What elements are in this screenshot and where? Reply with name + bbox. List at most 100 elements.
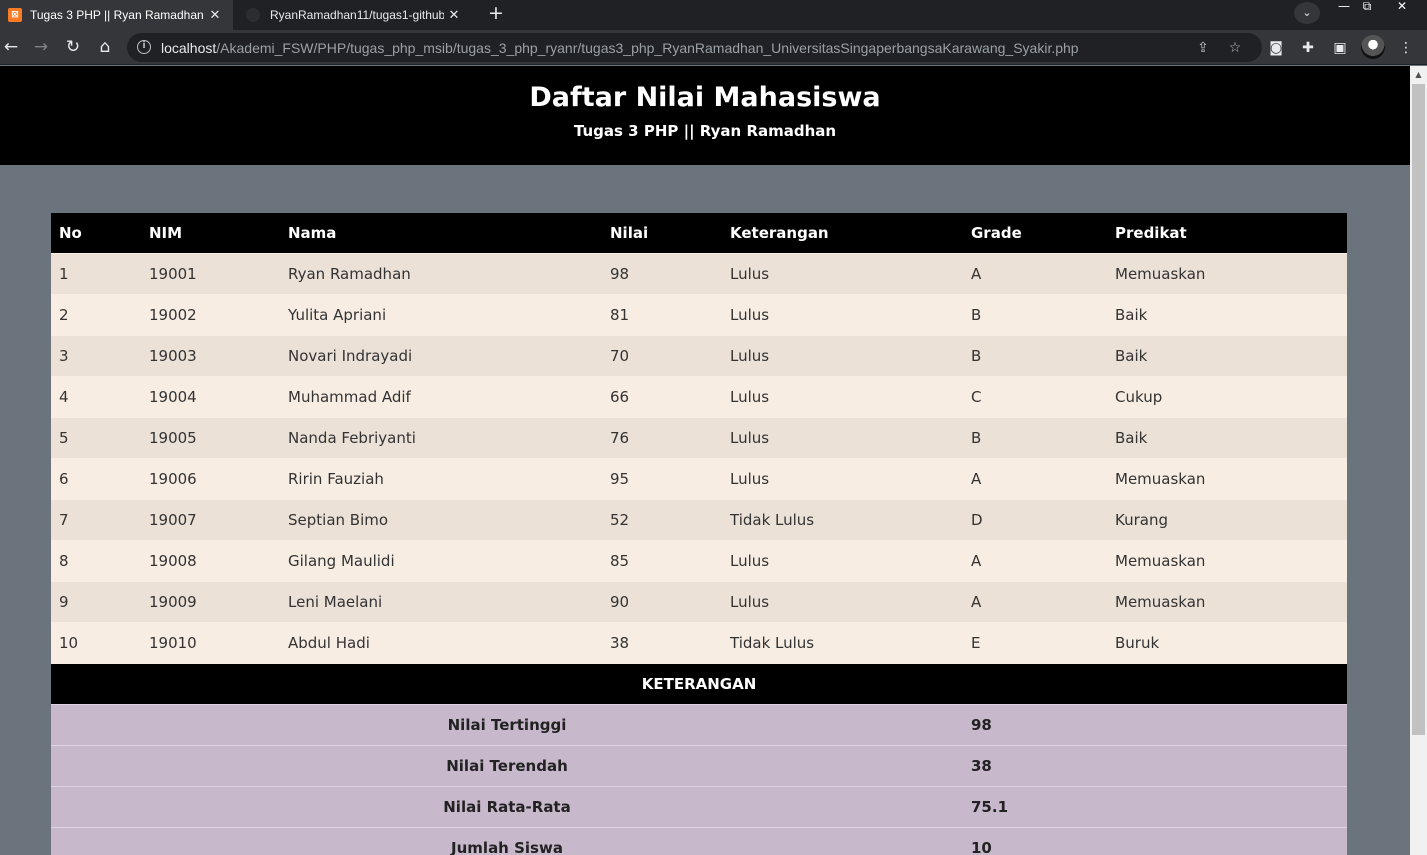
cell-nama: Ririn Fauziah [280,457,602,499]
summary-value: 38 [963,744,1347,786]
cell-predikat: Memuaskan [1107,539,1347,581]
cell-nilai: 70 [602,334,722,376]
tab-title: RyanRamadhan11/tugas1-github [270,8,444,22]
cell-grade: B [963,334,1107,376]
cell-nama: Muhammad Adif [280,375,602,417]
cell-nilai: 38 [602,621,722,663]
cell-no: 10 [51,621,141,663]
cell-nama: Novari Indrayadi [280,334,602,376]
url-path: /Akademi_FSW/PHP/tugas_php_msib/tugas_3_… [216,40,1079,56]
cell-nama: Leni Maelani [280,580,602,622]
address-bar[interactable]: i localhost/Akademi_FSW/PHP/tugas_php_ms… [127,33,1262,62]
vertical-scrollbar[interactable]: ▲ [1410,66,1427,855]
summary-row: Jumlah Siswa 10 [51,826,1347,855]
tab-title: Tugas 3 PHP || Ryan Ramadhan [30,8,204,22]
table-row: 6 19006 Ririn Fauziah 95 Lulus A Memuask… [51,457,1347,499]
cell-nilai: 90 [602,580,722,622]
summary-label: Jumlah Siswa [51,826,963,855]
cell-grade: A [963,580,1107,622]
cell-no: 6 [51,457,141,499]
cell-nilai: 52 [602,498,722,540]
tab-active[interactable]: ⊠ Tugas 3 PHP || Ryan Ramadhan ✕ [0,0,233,30]
cell-nilai: 76 [602,416,722,458]
table-body: 1 19001 Ryan Ramadhan 98 Lulus A Memuask… [51,252,1347,855]
cell-nama: Septian Bimo [280,498,602,540]
cell-keterangan: Lulus [722,252,963,294]
home-icon[interactable]: ⌂ [94,36,116,58]
cell-grade: E [963,621,1107,663]
menu-kebab-icon[interactable]: ⋮ [1396,38,1416,58]
cell-predikat: Baik [1107,293,1347,335]
cell-predikat: Buruk [1107,621,1347,663]
cell-grade: D [963,498,1107,540]
cell-nama: Gilang Maulidi [280,539,602,581]
window-close-icon[interactable]: ✕ [1387,0,1417,22]
cell-no: 1 [51,252,141,294]
summary-row: Nilai Rata-Rata 75.1 [51,785,1347,827]
cell-nim: 19010 [141,621,280,663]
cell-grade: C [963,375,1107,417]
new-tab-plus-icon[interactable]: + [484,2,508,26]
table-row: 1 19001 Ryan Ramadhan 98 Lulus A Memuask… [51,252,1347,294]
summary-value: 98 [963,703,1347,745]
summary-label: Nilai Terendah [51,744,963,786]
info-icon[interactable]: i [137,40,151,54]
tab-search-chevron-icon[interactable]: ⌄ [1294,2,1320,24]
table-row: 5 19005 Nanda Febriyanti 76 Lulus B Baik [51,416,1347,458]
extensions-icon[interactable]: ✚ [1298,38,1318,58]
profile-avatar[interactable] [1361,35,1385,59]
table-row: 4 19004 Muhammad Adif 66 Lulus C Cukup [51,375,1347,417]
summary-row: Nilai Tertinggi 98 [51,703,1347,745]
cell-grade: A [963,539,1107,581]
cell-keterangan: Lulus [722,334,963,376]
cell-keterangan: Lulus [722,580,963,622]
tab-inactive[interactable]: RyanRamadhan11/tugas1-github ✕ [236,0,472,30]
cell-nim: 19002 [141,293,280,335]
page-subtitle: Tugas 3 PHP || Ryan Ramadhan [573,122,837,140]
cell-predikat: Cukup [1107,375,1347,417]
cell-keterangan: Lulus [722,539,963,581]
column-header: NIM [141,213,280,253]
cell-no: 7 [51,498,141,540]
reload-icon[interactable]: ↻ [62,36,84,58]
cell-nim: 19009 [141,580,280,622]
table-row: 2 19002 Yulita Apriani 81 Lulus B Baik [51,293,1347,335]
github-favicon-icon [246,8,260,22]
summary-label: Nilai Rata-Rata [51,785,963,827]
grades-table: No NIM Nama Nilai Keterangan Grade Predi… [51,213,1347,855]
back-arrow-icon[interactable]: ← [0,36,22,58]
table-row: 8 19008 Gilang Maulidi 85 Lulus A Memuas… [51,539,1347,581]
cell-nilai: 98 [602,252,722,294]
cell-grade: B [963,293,1107,335]
cell-no: 3 [51,334,141,376]
cell-nilai: 81 [602,293,722,335]
cell-keterangan: Lulus [722,375,963,417]
cell-predikat: Baik [1107,334,1347,376]
cell-keterangan: Lulus [722,293,963,335]
table-row: 10 19010 Abdul Hadi 38 Tidak Lulus E Bur… [51,621,1347,663]
camera-icon[interactable]: ◙ [1266,38,1286,58]
forward-arrow-icon[interactable]: → [30,36,52,58]
cell-nama: Ryan Ramadhan [280,252,602,294]
cell-keterangan: Tidak Lulus [722,498,963,540]
tab-close-icon[interactable]: ✕ [205,8,225,23]
cell-nama: Abdul Hadi [280,621,602,663]
star-icon[interactable]: ☆ [1227,40,1243,56]
url-text[interactable]: localhost/Akademi_FSW/PHP/tugas_php_msib… [161,40,1079,56]
cell-no: 8 [51,539,141,581]
side-panel-icon[interactable]: ▣ [1330,38,1350,58]
cell-predikat: Kurang [1107,498,1347,540]
summary-value: 75.1 [963,785,1347,827]
table-row: 3 19003 Novari Indrayadi 70 Lulus B Baik [51,334,1347,376]
cell-nilai: 66 [602,375,722,417]
scroll-up-arrow-icon[interactable]: ▲ [1410,66,1427,83]
restore-icon[interactable]: ⧉ [1352,0,1382,22]
share-icon[interactable]: ⇪ [1195,40,1211,56]
table-row: 9 19009 Leni Maelani 90 Lulus A Memuaska… [51,580,1347,622]
cell-predikat: Memuaskan [1107,457,1347,499]
scrollbar-thumb[interactable] [1412,84,1425,735]
cell-predikat: Memuaskan [1107,580,1347,622]
tab-close-icon[interactable]: ✕ [444,8,464,23]
cell-keterangan: Tidak Lulus [722,621,963,663]
column-header: Nilai [602,213,722,253]
